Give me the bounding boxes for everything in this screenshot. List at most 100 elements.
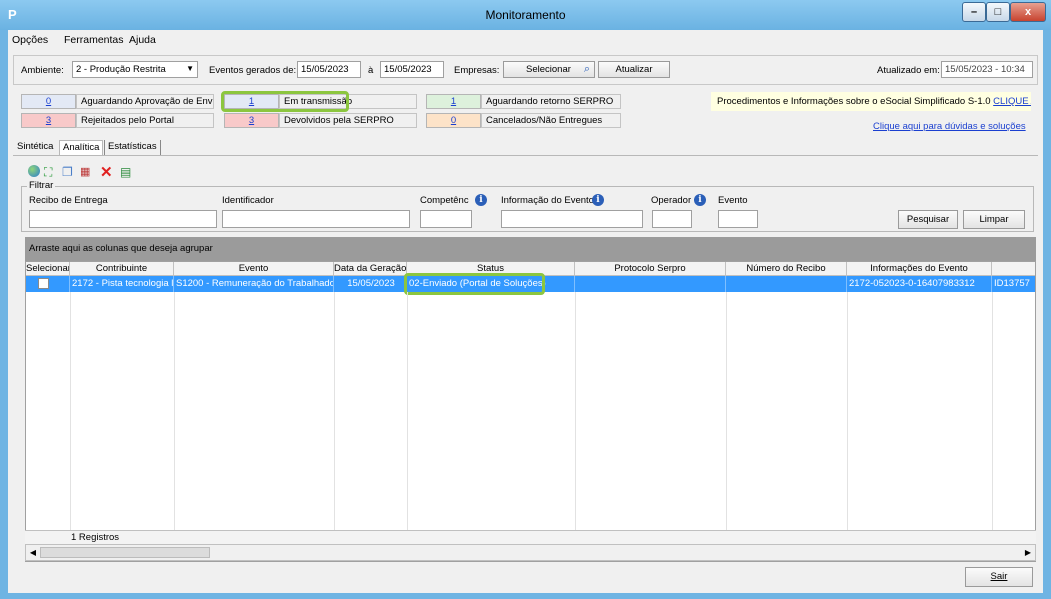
empresas-label: Empresas: <box>454 65 500 76</box>
evento-input[interactable] <box>718 210 758 228</box>
menu-bar: Opções Ferramentas Ajuda <box>8 30 1043 50</box>
count-rejeitados[interactable]: 3 <box>21 113 76 128</box>
selecionar-label: Selecionar <box>526 64 571 75</box>
atualizado-label: Atualizado em: <box>877 65 940 76</box>
cell-evento: S1200 - Remuneração do Trabalhador vincu… <box>174 276 334 292</box>
minimize-button[interactable]: – <box>962 2 986 22</box>
menu-opcoes[interactable]: Opções <box>12 34 48 46</box>
informacao-info-icon[interactable]: i <box>592 194 604 206</box>
label-aguardando-aprovacao: Aguardando Aprovação de Envio <box>76 94 214 109</box>
toolbar: ⛶ ❐ ▦ ✕ ▤ <box>28 163 178 181</box>
identificador-input[interactable] <box>222 210 410 228</box>
grid-line <box>992 292 993 561</box>
clique-aqui-link[interactable]: CLIQUE AQUI <box>993 96 1031 107</box>
globe-icon[interactable] <box>28 165 40 177</box>
tab-estatisticas[interactable]: Estatísticas <box>104 140 161 155</box>
informacao-input[interactable] <box>501 210 643 228</box>
ambiente-label: Ambiente: <box>21 65 64 76</box>
highlight-status <box>404 273 545 295</box>
cell-recibo <box>726 276 847 292</box>
count-aguardando-retorno[interactable]: 1 <box>426 94 481 109</box>
horizontal-scrollbar[interactable]: ◀ ▶ <box>25 544 1036 561</box>
eventos-label: Eventos gerados de: <box>209 65 297 76</box>
selecionar-empresas-button[interactable]: Selecionar ⌕ <box>503 61 595 78</box>
tab-analitica[interactable]: Analítica <box>59 140 104 156</box>
count-aguardando-aprovacao[interactable]: 0 <box>21 94 76 109</box>
scroll-left-icon[interactable]: ◀ <box>26 546 40 559</box>
label-rejeitados: Rejeitados pelo Portal <box>76 113 214 128</box>
info-banner: Procedimentos e Informações sobre o eSoc… <box>711 92 1031 111</box>
ambiente-select[interactable]: 2 - Produção Restrita ▼ <box>72 61 198 78</box>
title-bar[interactable]: P Monitoramento – □ x <box>0 0 1051 30</box>
recibo-input[interactable] <box>29 210 217 228</box>
label-aguardando-retorno: Aguardando retorno SERPRO <box>481 94 621 109</box>
identificador-label: Identificador <box>222 195 274 206</box>
col-contribuinte[interactable]: Contribuinte <box>70 262 174 276</box>
search-icon: ⌕ <box>583 63 590 75</box>
row-checkbox[interactable] <box>38 278 49 289</box>
scroll-thumb[interactable] <box>40 547 210 558</box>
help-link[interactable]: Clique aqui para dúvidas e soluções <box>873 121 1026 132</box>
top-filter-strip: Ambiente: 2 - Produção Restrita ▼ Evento… <box>13 55 1038 85</box>
evento-label: Evento <box>718 195 748 206</box>
operador-input[interactable] <box>652 210 692 228</box>
excel-icon[interactable]: ▤ <box>120 165 131 179</box>
col-extra <box>992 262 1035 276</box>
limpar-button[interactable]: Limpar <box>963 210 1025 229</box>
ambiente-value: 2 - Produção Restrita <box>76 64 166 75</box>
tab-sintetica[interactable]: Sintética <box>14 140 56 155</box>
col-selecionar[interactable]: Selecionar <box>26 262 70 276</box>
grid-line <box>334 292 335 561</box>
label-devolvidos: Devolvidos pela SERPRO <box>279 113 417 128</box>
col-protocolo[interactable]: Protocolo Serpro <box>575 262 726 276</box>
info-text: Procedimentos e Informações sobre o eSoc… <box>717 96 991 107</box>
competencia-input[interactable] <box>420 210 472 228</box>
export-tree-icon[interactable]: ⛶ <box>44 165 52 180</box>
competencia-label: Competênc <box>420 195 469 206</box>
group-by-bar[interactable]: Arraste aqui as colunas que deseja agrup… <box>25 237 1036 261</box>
atualizado-value: 15/05/2023 - 10:34 <box>941 61 1033 78</box>
highlight-em-transmissao <box>221 91 349 112</box>
recibo-label: Recibo de Entrega <box>29 195 108 206</box>
grid-footer: 1 Registros <box>25 530 1036 544</box>
menu-ajuda[interactable]: Ajuda <box>129 34 156 46</box>
cell-selecionar <box>26 276 70 292</box>
menu-ferramentas[interactable]: Ferramentas <box>64 34 124 46</box>
ate-label: à <box>368 65 374 76</box>
competencia-info-icon[interactable]: i <box>475 194 487 206</box>
date-from-input[interactable]: 15/05/2023 <box>297 61 361 78</box>
maximize-button[interactable]: □ <box>986 2 1010 22</box>
col-numero-recibo[interactable]: Número do Recibo <box>726 262 847 276</box>
sair-button[interactable]: Sair <box>965 567 1033 587</box>
grid-line <box>575 292 576 561</box>
informacao-label: Informação do Evento <box>501 195 594 206</box>
grid-line <box>726 292 727 561</box>
cell-contribuinte: 2172 - Pista tecnologia ltda <box>70 276 174 292</box>
grid-line <box>407 292 408 561</box>
operador-label: Operador <box>651 195 692 206</box>
cell-info-evento: 2172-052023-0-16407983312 <box>847 276 992 292</box>
col-data-geracao[interactable]: Data da Geração <box>334 262 407 276</box>
copy-icon[interactable]: ❐ <box>62 165 73 179</box>
operador-info-icon[interactable]: i <box>694 194 706 206</box>
label-cancelados: Cancelados/Não Entregues <box>481 113 621 128</box>
events-grid: Selecionar Contribuinte Evento Data da G… <box>25 261 1036 562</box>
count-devolvidos[interactable]: 3 <box>224 113 279 128</box>
chevron-down-icon: ▼ <box>186 64 194 73</box>
date-to-input[interactable]: 15/05/2023 <box>380 61 444 78</box>
col-evento[interactable]: Evento <box>174 262 334 276</box>
application-window: P Monitoramento – □ x Opções Ferramentas… <box>0 0 1051 599</box>
cell-data: 15/05/2023 <box>334 276 407 292</box>
count-cancelados[interactable]: 0 <box>426 113 481 128</box>
close-button[interactable]: x <box>1010 2 1046 22</box>
pesquisar-button[interactable]: Pesquisar <box>898 210 958 229</box>
scroll-right-icon[interactable]: ▶ <box>1021 546 1035 559</box>
calendar-icon[interactable]: ▦ <box>80 165 90 178</box>
cell-extra: ID13757 <box>994 278 1030 289</box>
window-title: Monitoramento <box>485 8 566 22</box>
delete-icon[interactable]: ✕ <box>100 163 113 181</box>
record-count: 1 Registros <box>71 532 120 543</box>
atualizar-button[interactable]: Atualizar <box>598 61 670 78</box>
tab-divider <box>13 155 1038 156</box>
col-informacoes-evento[interactable]: Informações do Evento <box>847 262 992 276</box>
